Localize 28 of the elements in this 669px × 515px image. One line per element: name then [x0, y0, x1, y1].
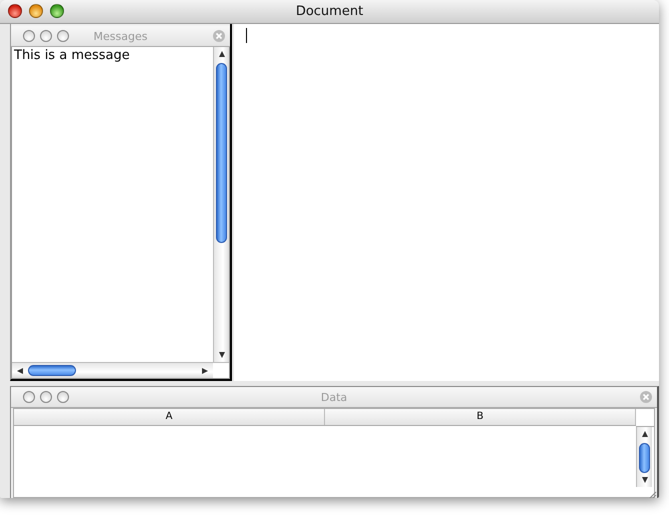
up-arrow-icon[interactable]: [640, 430, 648, 438]
scroll-thumb[interactable]: [216, 63, 227, 243]
panel-minimize-button[interactable]: [40, 391, 52, 403]
vertical-scrollbar[interactable]: [636, 427, 652, 487]
left-arrow-icon[interactable]: [16, 366, 24, 374]
panel-zoom-button[interactable]: [57, 391, 69, 403]
resize-grip-icon[interactable]: [647, 490, 657, 498]
close-button[interactable]: [8, 4, 22, 18]
message-line: This is a message: [14, 48, 131, 63]
horizontal-scrollbar[interactable]: [12, 363, 213, 378]
panel-zoom-button[interactable]: [57, 30, 69, 42]
vertical-scrollbar[interactable]: [213, 47, 229, 362]
panel-close-button[interactable]: [23, 391, 35, 403]
right-arrow-icon[interactable]: [201, 366, 209, 374]
panel-close-button[interactable]: [23, 30, 35, 42]
panel-minimize-button[interactable]: [40, 30, 52, 42]
minimize-button[interactable]: [29, 4, 43, 18]
down-arrow-icon[interactable]: [640, 476, 648, 484]
down-arrow-icon[interactable]: [218, 351, 226, 359]
scroll-thumb[interactable]: [28, 365, 76, 376]
panel-title: Data: [320, 390, 348, 404]
up-arrow-icon[interactable]: [218, 50, 226, 58]
scroll-thumb[interactable]: [639, 443, 650, 473]
window-title: Document: [296, 4, 364, 19]
text-cursor: [246, 28, 247, 43]
zoom-button[interactable]: [50, 4, 64, 18]
column-header[interactable]: A: [14, 409, 325, 425]
panel-title: Messages: [94, 30, 148, 42]
